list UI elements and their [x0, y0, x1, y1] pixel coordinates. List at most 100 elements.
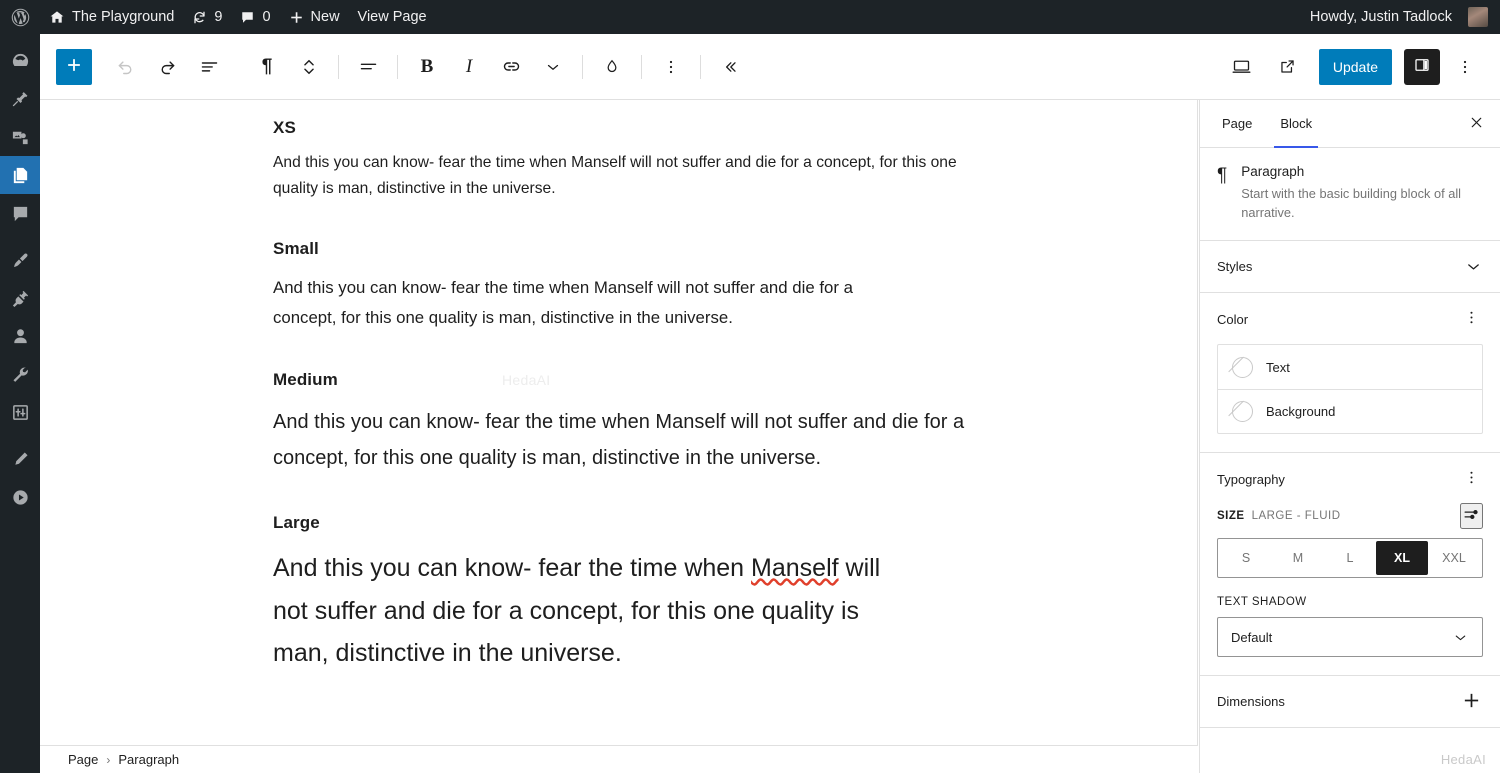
dimensions-panel-header[interactable]: Dimensions: [1200, 676, 1500, 728]
wordpress-logo-icon[interactable]: [0, 0, 40, 34]
font-size-s[interactable]: S: [1220, 541, 1272, 575]
canvas-watermark: HedaAI: [502, 372, 551, 388]
color-option-text[interactable]: Text: [1218, 345, 1482, 389]
block-card-description: Start with the basic building block of a…: [1241, 184, 1484, 222]
block-heading[interactable]: Small: [273, 239, 1197, 259]
collapse-toolbar-button[interactable]: [712, 49, 748, 85]
admin-bar-my-account[interactable]: Howdy, Justin Tadlock: [1301, 0, 1488, 34]
tab-page[interactable]: Page: [1208, 100, 1266, 147]
font-size-m[interactable]: M: [1272, 541, 1324, 575]
admin-bar-comments[interactable]: 0: [231, 0, 279, 34]
sidebar-item-player[interactable]: [0, 478, 40, 516]
admin-bar-site-name[interactable]: The Playground: [40, 0, 183, 34]
sidebar-item-plugins[interactable]: [0, 279, 40, 317]
content-block[interactable]: Medium And this you can know- fear the ti…: [273, 370, 1197, 476]
wp-admin-bar: The Playground 9 0: [0, 0, 1500, 34]
content-block[interactable]: Small And this you can know- fear the tim…: [273, 239, 1197, 333]
paragraph-block[interactable]: And this you can know- fear the time whe…: [273, 150, 963, 202]
bold-button[interactable]: B: [409, 49, 445, 85]
sidebar-item-settings[interactable]: [0, 393, 40, 431]
tab-block[interactable]: Block: [1266, 100, 1326, 147]
font-size-row: SIZE LARGE - FLUID: [1217, 504, 1483, 528]
paragraph-block[interactable]: And this you can know- fear the time whe…: [273, 404, 973, 476]
block-card-text: Paragraph Start with the basic building …: [1241, 164, 1484, 222]
redo-button[interactable]: [149, 49, 185, 85]
text-shadow-select[interactable]: Default: [1217, 617, 1483, 657]
editor-header-toolbar: ¶ B I: [40, 34, 1500, 100]
color-options-button[interactable]: [1459, 307, 1483, 331]
sidebar-item-users[interactable]: [0, 317, 40, 355]
double-chevron-left-icon: [720, 57, 740, 77]
settings-sidebar: Page Block ¶ Paragraph Start with the ba…: [1199, 100, 1500, 773]
link-button[interactable]: [493, 49, 529, 85]
sidebar-item-media[interactable]: [0, 118, 40, 156]
block-heading[interactable]: Large: [273, 513, 1197, 533]
editor-canvas[interactable]: HedaAI XS And this you can know- fear the…: [40, 100, 1198, 745]
misspelled-word: Manself: [571, 154, 626, 171]
site-name-label: The Playground: [72, 9, 174, 25]
font-size-l[interactable]: L: [1324, 541, 1376, 575]
font-size-value: LARGE - FLUID: [1252, 510, 1341, 522]
sliders-icon: [1462, 505, 1481, 527]
list-view-button[interactable]: [191, 49, 227, 85]
updates-count: 9: [214, 9, 222, 25]
move-block-button[interactable]: [291, 49, 327, 85]
updates-icon: [192, 10, 207, 25]
breadcrumb-root[interactable]: Page: [68, 752, 98, 767]
undo-button[interactable]: [107, 49, 143, 85]
paragraph-block[interactable]: And this you can know- fear the time whe…: [273, 547, 913, 675]
new-label: New: [311, 9, 340, 25]
list-view-icon: [199, 56, 220, 77]
font-size-custom-button[interactable]: [1460, 503, 1483, 529]
toolbar-divider: [582, 55, 583, 79]
paragraph-text-before: And this you can know- fear the time whe…: [273, 278, 594, 297]
sidebar-item-tools[interactable]: [0, 355, 40, 393]
vertical-dots-icon: [662, 58, 680, 76]
sidebar-item-posts[interactable]: [0, 80, 40, 118]
block-heading[interactable]: XS: [273, 118, 1197, 138]
text-shadow-value: Default: [1231, 630, 1272, 645]
toolbar-divider: [397, 55, 398, 79]
align-text-button[interactable]: [350, 49, 386, 85]
breadcrumb-current[interactable]: Paragraph: [118, 752, 179, 767]
admin-bar-view-page[interactable]: View Page: [349, 0, 436, 34]
more-rich-text-button[interactable]: [535, 49, 571, 85]
add-block-button[interactable]: [56, 49, 92, 85]
close-sidebar-button[interactable]: [1456, 100, 1496, 147]
block-type-button[interactable]: ¶: [249, 49, 285, 85]
sidebar-item-pages[interactable]: [0, 156, 40, 194]
content-block[interactable]: XS And this you can know- fear the time w…: [273, 118, 1197, 202]
admin-bar-new[interactable]: New: [280, 0, 349, 34]
italic-icon: I: [466, 56, 472, 78]
vertical-dots-icon: [1463, 469, 1480, 489]
desktop-preview-icon: [1231, 56, 1252, 77]
preview-device-button[interactable]: [1224, 49, 1260, 85]
block-heading[interactable]: Medium: [273, 370, 1197, 390]
italic-button[interactable]: I: [451, 49, 487, 85]
none-swatch-icon: [1232, 357, 1253, 378]
sidebar-item-editor[interactable]: [0, 440, 40, 478]
block-options-button[interactable]: [653, 49, 689, 85]
home-icon: [49, 9, 65, 25]
update-button[interactable]: Update: [1319, 49, 1392, 85]
paragraph-block[interactable]: And this you can know- fear the time whe…: [273, 273, 903, 333]
comments-count: 0: [262, 9, 270, 25]
font-size-xl[interactable]: XL: [1376, 541, 1428, 575]
typography-options-button[interactable]: [1459, 467, 1483, 491]
content-block[interactable]: Large And this you can know- fear the tim…: [273, 513, 1197, 675]
sidebar-item-comments[interactable]: [0, 194, 40, 232]
styles-panel-header[interactable]: Styles: [1200, 241, 1500, 293]
toolbar-divider: [700, 55, 701, 79]
admin-bar-updates[interactable]: 9: [183, 0, 231, 34]
highlight-color-button[interactable]: [594, 49, 630, 85]
sidebar-item-dashboard[interactable]: [0, 42, 40, 80]
dimensions-add-button[interactable]: [1459, 690, 1483, 714]
color-option-background[interactable]: Background: [1218, 389, 1482, 433]
droplet-icon: [602, 57, 622, 77]
sidebar-item-appearance[interactable]: [0, 241, 40, 279]
plus-icon: [1462, 691, 1481, 713]
font-size-xxl[interactable]: XXL: [1428, 541, 1480, 575]
settings-sidebar-toggle[interactable]: [1404, 49, 1440, 85]
view-site-button[interactable]: [1270, 49, 1306, 85]
editor-more-menu-button[interactable]: [1447, 49, 1483, 85]
